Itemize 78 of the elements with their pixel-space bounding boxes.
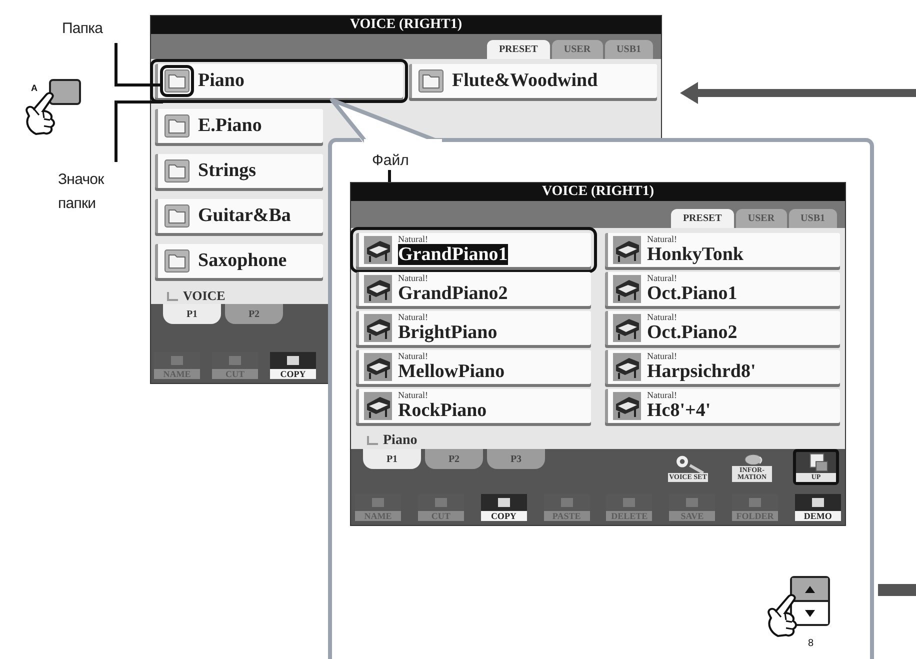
- voice-button[interactable]: Natural! GrandPiano2: [356, 272, 591, 306]
- function-icon: [434, 497, 448, 508]
- piano-icon: [613, 236, 641, 264]
- category-button[interactable]: Strings: [155, 154, 323, 188]
- voice-button[interactable]: Natural! RockPiano: [356, 389, 591, 423]
- voice-button[interactable]: Natural! Harpsichrd8': [605, 350, 840, 384]
- voice-name: MellowPiano: [398, 361, 505, 382]
- piano-icon: [364, 353, 392, 381]
- page-tab[interactable]: P2: [225, 304, 283, 324]
- tab[interactable]: PRESET: [486, 40, 550, 59]
- voice-name: HonkyTonk: [647, 244, 744, 265]
- piano-icon: [364, 314, 392, 342]
- voice-name: GrandPiano2: [398, 283, 508, 304]
- function-icon: [560, 497, 574, 508]
- function-icon: [170, 355, 184, 366]
- page-tab[interactable]: P3: [487, 449, 545, 469]
- folder-icon: [418, 69, 444, 93]
- page-tab[interactable]: P1: [163, 304, 221, 324]
- category-button[interactable]: Saxophone: [155, 244, 323, 278]
- voice-name: Harpsichrd8': [647, 361, 756, 382]
- function-icon: [685, 497, 700, 508]
- piano-icon: [364, 392, 392, 420]
- function-icon: [748, 497, 762, 508]
- category-button[interactable]: E.Piano: [155, 109, 323, 143]
- folder-icon: [164, 204, 190, 228]
- voice-button[interactable]: Natural! Oct.Piano2: [605, 311, 840, 345]
- category-button[interactable]: Guitar&Ba: [155, 199, 323, 233]
- page-tab[interactable]: P1: [363, 449, 421, 469]
- callout-label: Значок папки: [58, 170, 106, 214]
- leader-line: [113, 43, 163, 88]
- folder-path-icon: [167, 291, 179, 301]
- down-triangle-icon: [805, 610, 815, 616]
- folder-icon: [164, 159, 190, 183]
- folder-path: Piano: [383, 432, 418, 450]
- function-button[interactable]: DEMO: [794, 494, 841, 521]
- voice-name: Oct.Piano2: [647, 322, 738, 343]
- voice-name: BrightPiano: [398, 322, 498, 343]
- function-icon: [496, 497, 511, 508]
- connector-bar: [878, 584, 916, 596]
- function-icon: [810, 497, 825, 508]
- function-icon: [371, 497, 385, 508]
- voice-name: Hc8'+4': [647, 400, 711, 421]
- function-button[interactable]: COPY: [480, 494, 527, 521]
- piano-icon: [364, 275, 392, 303]
- key-label: A: [31, 82, 38, 95]
- function-icon: [622, 497, 636, 508]
- voice-button[interactable]: Natural! Hc8'+4': [605, 389, 840, 423]
- screen-title: VOICE (RIGHT1): [151, 16, 661, 34]
- function-icon: [228, 355, 242, 366]
- piano-icon: [613, 275, 641, 303]
- function-icon: [286, 355, 300, 366]
- up-triangle-icon: [805, 586, 815, 592]
- category-button[interactable]: Flute&Woodwind: [409, 64, 657, 98]
- piano-icon: [613, 353, 641, 381]
- folder-icon: [164, 249, 190, 273]
- tab[interactable]: PRESET: [670, 209, 734, 228]
- voice-button[interactable]: Natural! MellowPiano: [356, 350, 591, 384]
- screen-title: VOICE (RIGHT1): [351, 183, 845, 201]
- callout-label: Файл: [372, 151, 409, 171]
- voice-name: RockPiano: [398, 400, 487, 421]
- page-tab[interactable]: P2: [425, 449, 483, 469]
- voice-name: GrandPiano1: [398, 244, 508, 265]
- callout-label: Папка: [62, 19, 103, 39]
- voice-button[interactable]: Natural! BrightPiano: [356, 311, 591, 345]
- panel-button[interactable]: [49, 79, 81, 105]
- key-number: 8: [808, 637, 814, 651]
- folder-path: VOICE: [183, 289, 226, 303]
- voice-button[interactable]: Natural! Oct.Piano1: [605, 272, 840, 306]
- leader-line: [113, 100, 163, 162]
- piano-icon: [613, 314, 641, 342]
- voice-button[interactable]: Natural! HonkyTonk: [605, 233, 840, 267]
- function-button[interactable]: COPY: [270, 352, 316, 379]
- piano-icon: [364, 236, 392, 264]
- folder-path-icon: [367, 435, 379, 445]
- voice-name: Oct.Piano1: [647, 283, 738, 304]
- page-up-button[interactable]: [792, 578, 828, 602]
- piano-icon: [613, 392, 641, 420]
- folder-icon: [164, 114, 190, 138]
